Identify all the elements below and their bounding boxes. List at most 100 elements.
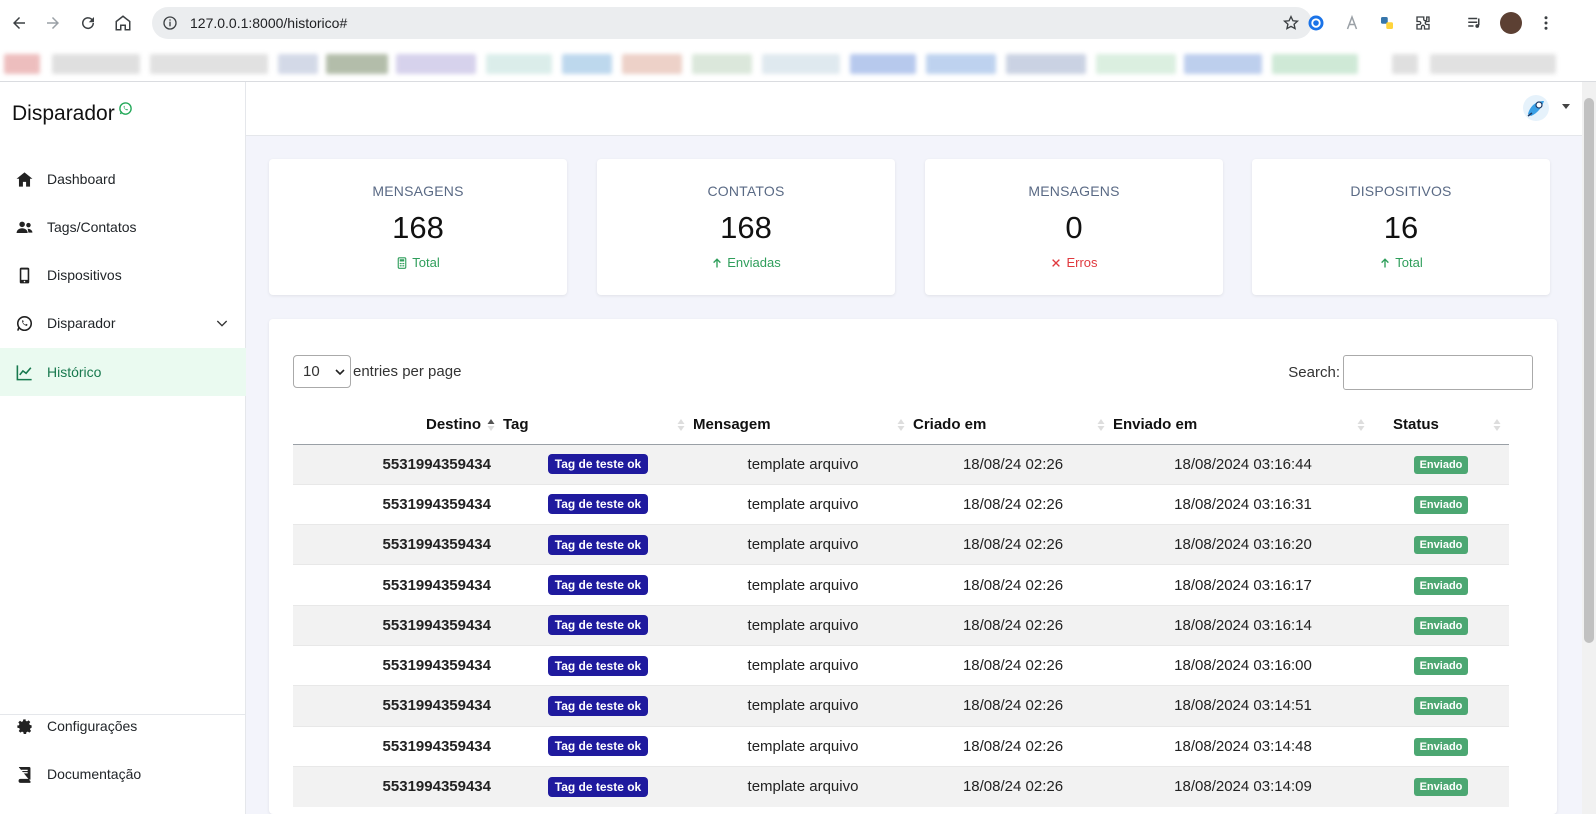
stat-value: 16 [1383, 210, 1419, 245]
cell-mensagem: template arquivo [693, 765, 913, 807]
column-header-criado-em[interactable]: Criado em [913, 405, 1113, 445]
tag-badge: Tag de teste ok [547, 615, 649, 636]
table-row: 5531994359434 Tag de teste ok template a… [293, 564, 1509, 606]
sidebar-item-configuracoes[interactable]: Configurações [0, 702, 246, 750]
cell-criado-em: 18/08/24 02:26 [913, 644, 1113, 686]
home-icon[interactable] [110, 10, 136, 36]
bookmark-item[interactable] [326, 54, 388, 74]
bookmark-item[interactable] [396, 54, 476, 74]
bookmark-item[interactable] [622, 54, 682, 74]
history-table: Destino Tag Mensagem Criado em Enviado e… [293, 405, 1509, 807]
back-icon[interactable] [6, 10, 32, 36]
page-scrollbar-thumb[interactable] [1584, 98, 1594, 643]
bookmark-item[interactable] [562, 54, 612, 74]
cell-tag: Tag de teste ok [503, 685, 693, 727]
sidebar-item-historico[interactable]: Histórico [0, 348, 246, 396]
sort-icon [1097, 419, 1105, 431]
chevron-down-icon[interactable] [214, 315, 230, 331]
bookmark-item[interactable] [486, 54, 552, 74]
column-header-status[interactable]: Status [1373, 405, 1509, 445]
stat-subtitle-text: Total [1395, 255, 1423, 270]
brand[interactable]: Disparador [12, 102, 133, 126]
cell-tag: Tag de teste ok [503, 524, 693, 565]
bookmark-item[interactable] [692, 54, 752, 74]
cell-enviado-em: 18/08/2024 03:16:00 [1113, 644, 1373, 686]
cell-destino: 5531994359434 [293, 483, 503, 525]
sidebar-item-label: Histórico [47, 364, 102, 380]
bookmark-item[interactable] [1184, 54, 1262, 74]
bookmark-star-icon[interactable] [1282, 14, 1300, 32]
table-row: 5531994359434 Tag de teste ok template a… [293, 765, 1509, 807]
extension-python-icon[interactable] [1377, 13, 1397, 33]
chrome-menu-icon[interactable] [1536, 13, 1556, 33]
bookmark-item[interactable] [52, 54, 140, 74]
chevron-down-icon [335, 369, 345, 376]
column-header-tag[interactable]: Tag [503, 405, 693, 445]
search-input[interactable] [1343, 355, 1533, 390]
status-badge: Enviado [1413, 576, 1469, 595]
sidebar-item-dashboard[interactable]: Dashboard [0, 155, 246, 203]
entries-select[interactable]: 10 [293, 355, 351, 388]
cell-destino: 5531994359434 [293, 725, 503, 767]
entries-select-value: 10 [303, 363, 320, 380]
whatsapp-icon [118, 102, 132, 115]
sidebar-item-documentacao[interactable]: Documentação [0, 750, 246, 798]
url-text[interactable]: 127.0.0.1:8000/historico# [190, 15, 347, 31]
bookmark-item[interactable] [4, 54, 40, 74]
sidebar-item-disparador[interactable]: Disparador [0, 299, 246, 347]
sidebar-item-label: Disparador [47, 315, 116, 331]
book-icon [14, 764, 34, 784]
extension-c-icon[interactable] [1306, 13, 1326, 33]
column-header-destino[interactable]: Destino [293, 405, 503, 445]
bookmark-item[interactable] [1392, 54, 1418, 74]
cell-mensagem: template arquivo [693, 604, 913, 646]
sidebar-item-label: Dashboard [47, 171, 116, 187]
media-controls-icon[interactable] [1465, 13, 1485, 33]
table-row: 5531994359434 Tag de teste ok template a… [293, 524, 1509, 565]
sidebar-item-dispositivos[interactable]: Dispositivos [0, 251, 246, 299]
forward-icon[interactable] [40, 10, 66, 36]
cell-mensagem: template arquivo [693, 725, 913, 767]
page-scrollbar[interactable] [1582, 82, 1596, 814]
bookmark-item[interactable] [278, 54, 318, 74]
profile-avatar[interactable] [1500, 12, 1522, 34]
column-header-label: Destino [425, 415, 481, 433]
stat-card-mensagens-total: MENSAGENS 168 Total [269, 159, 567, 295]
bookmark-item[interactable] [926, 54, 996, 74]
cell-status: Enviado [1373, 443, 1509, 485]
bookmark-item[interactable] [1096, 54, 1176, 74]
user-menu-caret[interactable] [1562, 104, 1570, 109]
extensions-puzzle-icon[interactable] [1413, 13, 1433, 33]
bookmark-item[interactable] [762, 54, 840, 74]
site-info-icon[interactable] [162, 15, 178, 31]
users-icon [14, 217, 34, 237]
bookmark-item[interactable] [850, 54, 916, 74]
gear-icon [14, 716, 34, 736]
sort-icon [897, 419, 905, 431]
column-header-label: Mensagem [693, 415, 771, 433]
address-bar[interactable]: 127.0.0.1:8000/historico# [152, 7, 1312, 39]
app-viewport: Disparador Dashboard Tags/Contatos Dispo… [0, 82, 1596, 814]
cell-criado-em: 18/08/24 02:26 [913, 725, 1113, 767]
cell-destino: 5531994359434 [293, 564, 503, 606]
column-header-mensagem[interactable]: Mensagem [693, 405, 913, 445]
extension-script-icon[interactable] [1342, 13, 1362, 33]
stat-title: MENSAGENS [1028, 183, 1120, 199]
user-avatar[interactable] [1522, 94, 1550, 122]
tag-badge: Tag de teste ok [547, 736, 649, 757]
bookmark-item[interactable] [1430, 54, 1556, 74]
sidebar-item-tags-contatos[interactable]: Tags/Contatos [0, 203, 246, 251]
column-header-label: Criado em [913, 415, 987, 433]
cell-tag: Tag de teste ok [503, 725, 693, 767]
table-row: 5531994359434 Tag de teste ok template a… [293, 685, 1509, 727]
reload-icon[interactable] [75, 10, 101, 36]
whatsapp-icon [14, 313, 34, 333]
bookmark-item[interactable] [150, 54, 268, 74]
bookmark-item[interactable] [1006, 54, 1086, 74]
status-badge: Enviado [1413, 536, 1469, 555]
sidebar-item-label: Tags/Contatos [47, 219, 137, 235]
bookmark-item[interactable] [1272, 54, 1358, 74]
sidebar-item-label: Configurações [47, 718, 138, 734]
stat-subtitle: Total [1252, 255, 1550, 270]
column-header-enviado-em[interactable]: Enviado em [1113, 405, 1373, 445]
